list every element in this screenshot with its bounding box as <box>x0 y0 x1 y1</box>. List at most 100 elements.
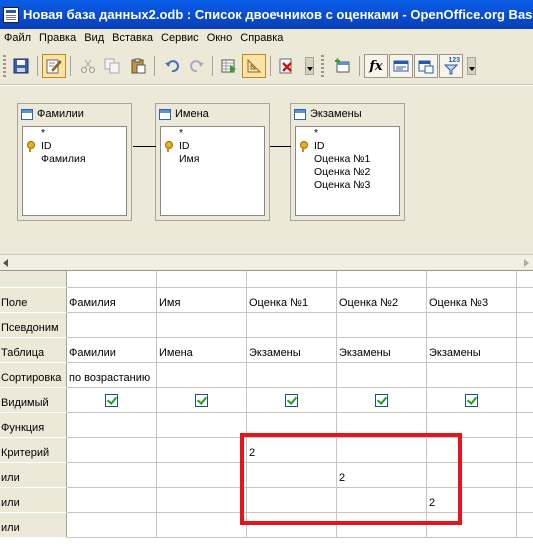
grid-cell[interactable]: Оценка №3 <box>427 288 517 313</box>
field-list[interactable]: * ID Оценка №1 Оценка №2 Оценка №3 <box>295 126 400 216</box>
grid-cell[interactable] <box>247 513 337 538</box>
grid-cell[interactable]: Экзамены <box>427 338 517 363</box>
toolbar-more-dropdown[interactable] <box>305 57 314 75</box>
grid-cell[interactable] <box>67 413 157 438</box>
horizontal-scrollbar[interactable] <box>0 254 533 270</box>
grid-cell[interactable]: Оценка №1 <box>247 288 337 313</box>
menu-insert[interactable]: Вставка <box>108 32 157 44</box>
grid-cell[interactable] <box>247 363 337 388</box>
grid-cell[interactable] <box>517 313 533 338</box>
field-item[interactable]: * <box>23 127 126 140</box>
grid-cell[interactable] <box>247 388 337 413</box>
grid-cell[interactable]: Фамилия <box>67 288 157 313</box>
grid-cell[interactable] <box>427 313 517 338</box>
table-window-ekzameny[interactable]: Экзамены * ID Оценка №1 Оценка №2 Оценка… <box>290 103 405 221</box>
redo-icon[interactable] <box>185 54 209 78</box>
grid-cell[interactable]: Оценка №2 <box>337 288 427 313</box>
grid-cell[interactable] <box>517 363 533 388</box>
scroll-right-arrow-icon[interactable] <box>524 259 529 267</box>
toolbar-grip[interactable] <box>321 55 324 77</box>
save-icon[interactable] <box>9 54 33 78</box>
grid-cell[interactable] <box>427 513 517 538</box>
field-item[interactable]: Оценка №3 <box>296 179 399 192</box>
alias-icon[interactable] <box>414 54 438 78</box>
field-item[interactable]: * <box>161 127 264 140</box>
visible-checkbox[interactable] <box>195 394 208 407</box>
copy-icon[interactable] <box>100 54 124 78</box>
field-item[interactable]: Имя <box>161 153 264 166</box>
grid-cell[interactable] <box>247 463 337 488</box>
grid-cell[interactable] <box>427 388 517 413</box>
grid-cell[interactable] <box>517 513 533 538</box>
field-list[interactable]: * ID Фамилия <box>22 126 127 216</box>
paste-icon[interactable] <box>126 54 150 78</box>
grid-cell[interactable] <box>427 363 517 388</box>
grid-cell[interactable] <box>157 363 247 388</box>
visible-checkbox[interactable] <box>465 394 478 407</box>
field-item[interactable]: Оценка №1 <box>296 153 399 166</box>
grid-cell[interactable] <box>337 438 427 463</box>
grid-cell[interactable]: Экзамены <box>337 338 427 363</box>
edit-icon[interactable] <box>42 54 66 78</box>
grid-cell[interactable]: Фамилии <box>67 338 157 363</box>
toolbar-more-dropdown[interactable] <box>467 57 476 75</box>
clear-query-icon[interactable] <box>274 54 298 78</box>
grid-cell[interactable] <box>157 313 247 338</box>
visible-checkbox[interactable] <box>105 394 118 407</box>
grid-cell[interactable] <box>427 463 517 488</box>
grid-cell[interactable] <box>67 488 157 513</box>
cut-icon[interactable] <box>76 54 100 78</box>
functions-icon[interactable]: fx <box>364 54 388 78</box>
relation-line[interactable] <box>133 146 156 147</box>
toolbar-grip[interactable] <box>3 55 6 77</box>
visible-checkbox[interactable] <box>285 394 298 407</box>
grid-cell[interactable] <box>157 413 247 438</box>
design-view-icon[interactable] <box>242 54 266 78</box>
grid-cell[interactable]: Имя <box>157 288 247 313</box>
table-window-familii[interactable]: Фамилии * ID Фамилия <box>17 103 132 221</box>
grid-cell[interactable] <box>517 413 533 438</box>
grid-cell[interactable] <box>427 413 517 438</box>
grid-cell[interactable]: 2 <box>427 488 517 513</box>
grid-cell[interactable]: 2 <box>337 463 427 488</box>
field-item[interactable]: * <box>296 127 399 140</box>
grid-cell[interactable] <box>247 413 337 438</box>
run-query-icon[interactable] <box>217 54 241 78</box>
grid-cell[interactable] <box>517 488 533 513</box>
grid-cell[interactable] <box>67 463 157 488</box>
scroll-left-arrow-icon[interactable] <box>3 259 8 267</box>
relation-line[interactable] <box>270 146 291 147</box>
grid-cell[interactable] <box>247 488 337 513</box>
field-item[interactable]: ID <box>23 140 126 153</box>
table-window-imena[interactable]: Имена * ID Имя <box>155 103 270 221</box>
grid-cell[interactable] <box>427 438 517 463</box>
visible-checkbox[interactable] <box>375 394 388 407</box>
grid-cell[interactable] <box>157 463 247 488</box>
grid-cell[interactable] <box>67 513 157 538</box>
table-design-area[interactable]: Фамилии * ID Фамилия Имена * ID Имя Экза… <box>0 86 533 254</box>
grid-cell[interactable] <box>157 513 247 538</box>
menu-help[interactable]: Справка <box>236 32 287 44</box>
grid-cell[interactable]: Экзамены <box>247 338 337 363</box>
grid-cell[interactable] <box>157 488 247 513</box>
grid-cell[interactable] <box>337 513 427 538</box>
field-item[interactable]: Фамилия <box>23 153 126 166</box>
grid-cell[interactable] <box>157 388 247 413</box>
grid-cell[interactable]: 2 <box>247 438 337 463</box>
field-item[interactable]: ID <box>296 140 399 153</box>
grid-cell[interactable] <box>67 313 157 338</box>
field-list[interactable]: * ID Имя <box>160 126 265 216</box>
menu-window[interactable]: Окно <box>203 32 237 44</box>
distinct-values-icon[interactable]: 123 <box>439 54 463 78</box>
undo-icon[interactable] <box>160 54 184 78</box>
grid-cell[interactable] <box>517 463 533 488</box>
field-item[interactable]: Оценка №2 <box>296 166 399 179</box>
grid-cell[interactable] <box>337 488 427 513</box>
grid-cell[interactable] <box>247 313 337 338</box>
grid-cell[interactable] <box>337 363 427 388</box>
menu-edit[interactable]: Правка <box>35 32 80 44</box>
grid-cell[interactable] <box>517 338 533 363</box>
grid-cell[interactable] <box>67 388 157 413</box>
grid-cell[interactable] <box>517 438 533 463</box>
grid-cell[interactable]: по возрастанию <box>67 363 157 388</box>
